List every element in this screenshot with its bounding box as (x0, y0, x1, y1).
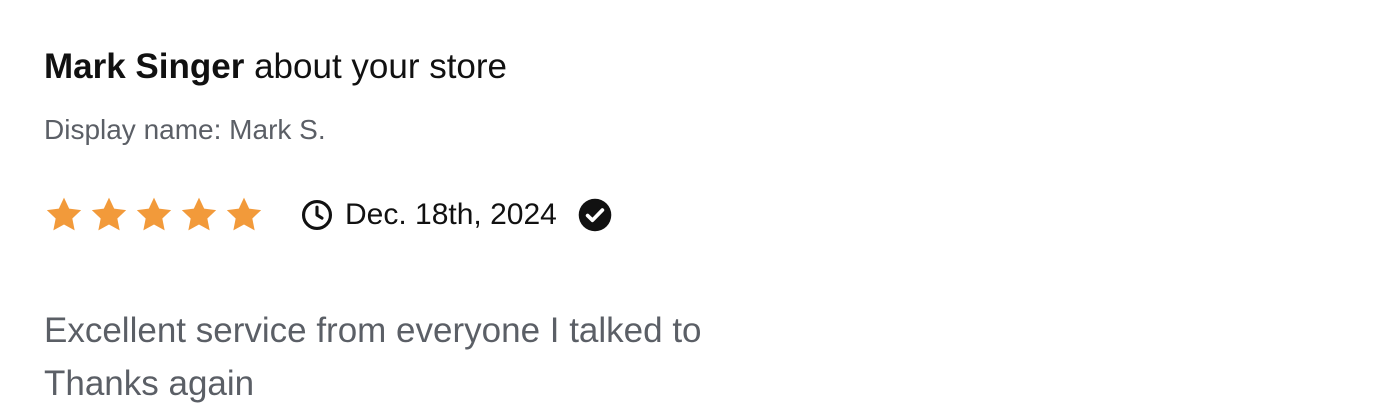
review-title: Mark Singer about your store (44, 46, 507, 88)
review-meta: Dec. 18th, 2024 (44, 193, 612, 237)
review-body: Excellent service from everyone I talked… (44, 304, 702, 408)
clock-icon (301, 199, 333, 231)
star-icon (136, 197, 172, 231)
star-icon (91, 197, 127, 231)
reviewer-name: Mark Singer (44, 47, 245, 86)
star-icon (226, 197, 262, 231)
star-icon (181, 197, 217, 231)
display-name-label: Display name: Mark S. (44, 114, 326, 145)
review-title-suffix: about your store (244, 47, 508, 86)
star-rating (44, 195, 269, 235)
review-body-line: Excellent service from everyone I talked… (44, 311, 702, 350)
check-circle-icon (578, 198, 612, 232)
review-body-line: Thanks again (44, 364, 255, 403)
star-icon (46, 197, 82, 231)
review-date: Dec. 18th, 2024 (345, 198, 557, 231)
review-card: Mark Singer about your store Display nam… (0, 0, 1394, 408)
